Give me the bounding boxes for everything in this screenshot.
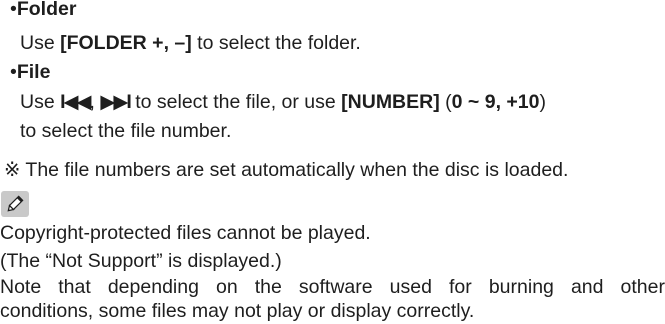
bullet: •: [10, 0, 17, 20]
memo-line-3: Note that depending on the software used…: [0, 276, 665, 298]
memo-line-2: (The “Not Support” is displayed.): [0, 250, 282, 272]
folder-description: Use [FOLDER +, –] to select the folder.: [20, 31, 361, 55]
file-label: File: [16, 61, 51, 83]
auto-number-note-text: The file numbers are set automatically w…: [20, 159, 569, 181]
folder-label: Folder: [16, 0, 77, 20]
reference-mark: ※: [4, 159, 21, 181]
paren-open: (: [439, 91, 452, 113]
folder-desc-pre: Use: [20, 32, 61, 54]
folder-key: [FOLDER +, –]: [60, 32, 192, 54]
number-range: 0 ~ 9, +10: [451, 91, 540, 113]
folder-heading: •Folder: [10, 0, 76, 21]
bullet: •: [10, 61, 17, 83]
file-description-line2: to select the file number.: [20, 120, 232, 142]
memo-line-4: conditions, some files may not play or d…: [0, 300, 475, 322]
file-comma: ,: [89, 91, 101, 113]
auto-number-note: ※ The file numbers are set automatically…: [4, 158, 568, 182]
skip-back-icon: I◀◀: [60, 91, 91, 113]
file-heading: •File: [10, 60, 50, 84]
folder-desc-post: to select the folder.: [191, 32, 361, 54]
pencil-icon: [1, 191, 29, 217]
skip-forward-icon: ▶▶I: [100, 91, 131, 113]
file-desc-pre: Use: [20, 91, 61, 113]
memo-line-1: Copyright-protected files cannot be play…: [0, 222, 371, 244]
file-desc-mid: to select the file, or use: [129, 91, 342, 113]
number-key: [NUMBER]: [341, 91, 440, 113]
file-description: Use I◀◀, ▶▶I to select the file, or use …: [20, 90, 546, 114]
paren-close: ): [539, 91, 546, 113]
